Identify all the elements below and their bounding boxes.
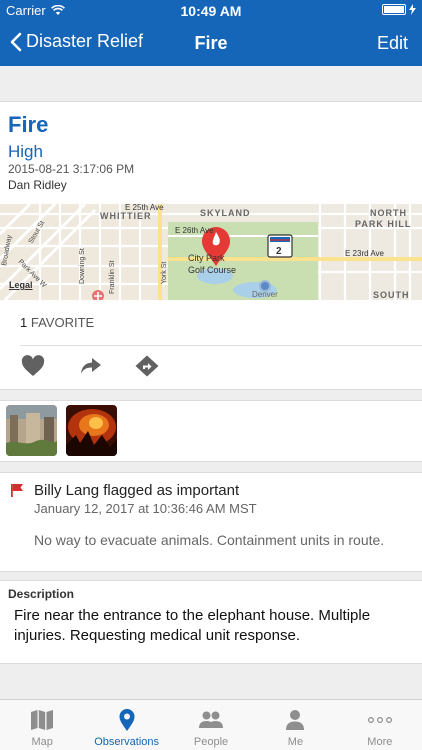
map-label-park-hill: PARK HILL xyxy=(355,219,411,229)
navigation-bar: Disaster Relief Fire Edit xyxy=(0,22,422,66)
map-canvas: WHITTIER SKYLAND NORTH PARK HILL SOUTH D… xyxy=(0,204,422,300)
heart-icon[interactable] xyxy=(20,354,46,378)
map-label-e26th: E 26th Ave xyxy=(175,226,214,235)
more-dots-icon xyxy=(367,717,392,724)
favorites-label: FAVORITE xyxy=(30,315,95,330)
description-text: Fire near the entrance to the elephant h… xyxy=(14,607,371,644)
tab-label: Observations xyxy=(94,736,160,748)
map-label-franklin: Franklin St xyxy=(109,260,116,294)
tab-people[interactable]: People xyxy=(169,700,253,750)
elephant-house-photo xyxy=(6,405,57,456)
map-label-york: York St xyxy=(161,262,168,284)
map-label-skyland: SKYLAND xyxy=(200,208,251,218)
map-legal-link[interactable]: Legal xyxy=(9,280,33,290)
tab-more[interactable]: More xyxy=(338,700,422,750)
favorites-count: 1 xyxy=(20,315,28,330)
people-icon xyxy=(199,711,224,728)
attachments-card xyxy=(0,400,422,462)
observation-map[interactable]: WHITTIER SKYLAND NORTH PARK HILL SOUTH D… xyxy=(0,204,422,300)
tab-observations[interactable]: Observations xyxy=(84,700,168,750)
observation-timestamp: 2015-08-21 3:17:06 PM xyxy=(8,162,135,176)
chevron-left-icon xyxy=(10,32,22,51)
observation-title: Fire xyxy=(8,112,49,137)
status-time: 10:49 AM xyxy=(180,3,242,19)
favorites-summary[interactable]: 1 FAVORITE xyxy=(20,315,94,330)
back-button[interactable]: Disaster Relief xyxy=(10,31,143,52)
description-label: Description xyxy=(8,587,75,601)
flag-icon xyxy=(11,484,23,497)
flag-title: Billy Lang flagged as important xyxy=(34,482,240,499)
charging-bolt-icon xyxy=(409,4,416,15)
map-shield-number: 2 xyxy=(276,246,282,257)
fire-photo xyxy=(66,405,117,456)
attachment-thumbnail[interactable] xyxy=(66,405,117,456)
tab-me[interactable]: Me xyxy=(253,700,337,750)
attachment-thumbnail[interactable] xyxy=(6,405,57,456)
observation-user: Dan Ridley xyxy=(8,178,67,192)
status-right xyxy=(382,4,416,15)
observation-severity: High xyxy=(8,142,43,161)
tab-label: Map xyxy=(31,736,53,748)
location-pin-icon xyxy=(119,709,135,731)
map-label-denver: Denver xyxy=(252,290,278,299)
tab-map[interactable]: Map xyxy=(0,700,84,750)
tab-label: Me xyxy=(287,736,304,748)
back-button-label: Disaster Relief xyxy=(26,31,144,51)
person-icon xyxy=(286,710,305,730)
map-icon xyxy=(31,710,54,730)
observation-card: Fire High 2015-08-21 3:17:06 PM Dan Ridl… xyxy=(0,101,422,390)
important-flag-card: Billy Lang flagged as important January … xyxy=(0,472,422,572)
share-arrow-icon[interactable] xyxy=(78,354,104,378)
divider xyxy=(20,345,422,346)
map-label-e25th: E 25th Ave xyxy=(125,204,164,212)
tab-label: More xyxy=(367,736,393,748)
description-card: Description Fire near the entrance to th… xyxy=(0,580,422,664)
tab-label: People xyxy=(193,736,229,748)
edit-button[interactable]: Edit xyxy=(377,33,408,54)
map-label-golf1: City Park xyxy=(188,253,225,263)
flag-comment: No way to evacuate animals. Containment … xyxy=(34,532,385,548)
map-label-whittier: WHITTIER xyxy=(100,211,152,221)
tab-bar: Map Observations People Me More xyxy=(0,699,422,750)
status-bar: Carrier 10:49 AM xyxy=(0,0,422,22)
map-label-downing: Downing St xyxy=(79,248,86,284)
directions-icon[interactable] xyxy=(134,354,160,378)
map-label-north: NORTH xyxy=(370,208,407,218)
battery-icon xyxy=(382,4,406,15)
map-label-south: SOUTH xyxy=(373,290,410,300)
map-label-e23rd: E 23rd Ave xyxy=(345,249,385,258)
map-label-golf2: Golf Course xyxy=(188,265,236,275)
flag-date: January 12, 2017 at 10:36:46 AM MST xyxy=(34,501,257,516)
